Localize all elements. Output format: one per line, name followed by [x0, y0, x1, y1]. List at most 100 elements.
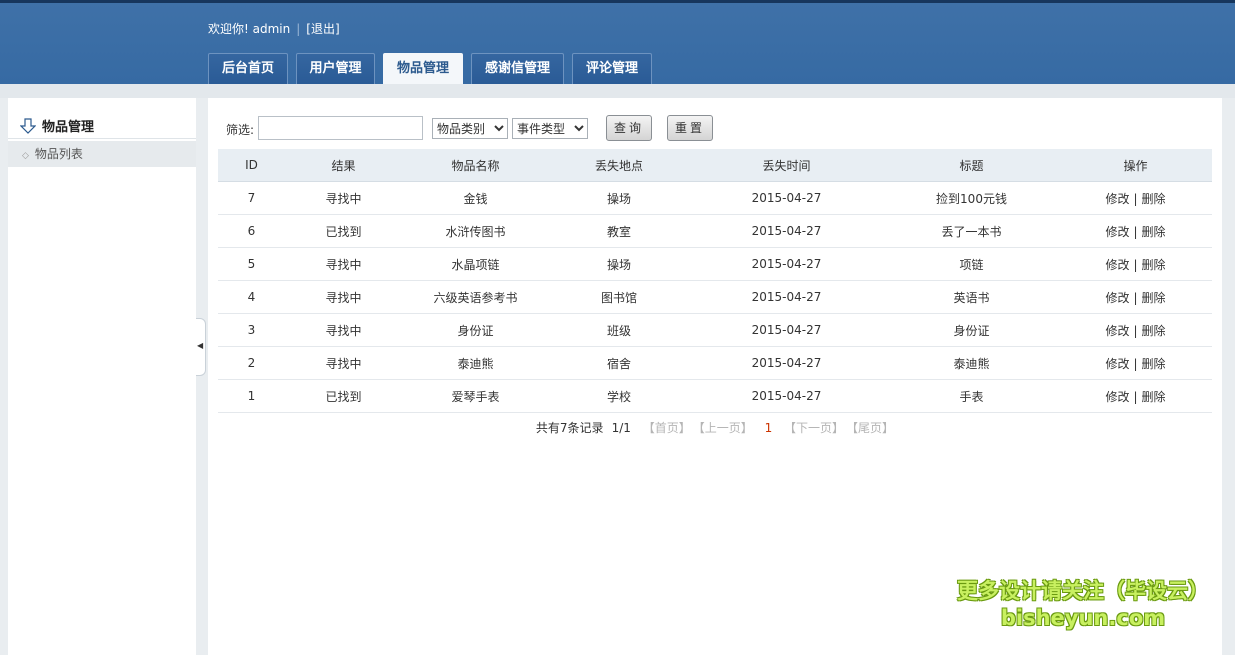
cell-lost-place: 宿舍	[549, 346, 689, 380]
first-page-link[interactable]: 【首页】	[643, 421, 691, 435]
delete-link[interactable]: 删除	[1142, 390, 1166, 404]
col-header-lost-time: 丢失时间	[689, 149, 884, 182]
action-separator: |	[1133, 257, 1138, 272]
sidebar-collapse-handle[interactable]: ◀	[196, 318, 206, 376]
cell-item-name: 爱琴手表	[402, 379, 549, 413]
current-page: 1	[764, 421, 773, 435]
edit-link[interactable]: 修改	[1105, 258, 1129, 272]
category-select[interactable]: 物品类别	[432, 118, 508, 139]
edit-link[interactable]: 修改	[1105, 192, 1129, 206]
cell-id: 1	[218, 379, 285, 413]
cell-result: 已找到	[285, 379, 402, 413]
table-row: 1 已找到 爱琴手表 学校 2015-04-27 手表 修改 | 删除	[218, 379, 1212, 413]
cell-actions: 修改 | 删除	[1059, 379, 1212, 413]
query-button[interactable]: 查询	[606, 115, 652, 141]
cell-title: 英语书	[884, 280, 1059, 314]
cell-lost-time: 2015-04-27	[689, 313, 884, 347]
cell-lost-time: 2015-04-27	[689, 181, 884, 215]
delete-link[interactable]: 删除	[1142, 357, 1166, 371]
triangle-left-icon: ◀	[197, 341, 204, 350]
cell-actions: 修改 | 删除	[1059, 181, 1212, 215]
delete-link[interactable]: 删除	[1142, 291, 1166, 305]
sidebar-item-label: 物品列表	[34, 147, 83, 161]
sidebar: 物品管理 ◇ 物品列表	[8, 98, 196, 655]
edit-link[interactable]: 修改	[1105, 225, 1129, 239]
arrow-down-icon	[20, 118, 36, 134]
cell-lost-time: 2015-04-27	[689, 346, 884, 380]
cell-title: 项链	[884, 247, 1059, 281]
action-separator: |	[1133, 356, 1138, 371]
tab-user-management[interactable]: 用户管理	[296, 53, 375, 84]
last-page-link[interactable]: 【尾页】	[852, 421, 894, 435]
logout-link[interactable]: [退出]	[306, 22, 339, 36]
delete-link[interactable]: 删除	[1142, 258, 1166, 272]
username: admin	[252, 22, 291, 36]
edit-link[interactable]: 修改	[1105, 357, 1129, 371]
delete-link[interactable]: 删除	[1142, 324, 1166, 338]
cell-id: 4	[218, 280, 285, 314]
tab-comment-management[interactable]: 评论管理	[572, 53, 652, 84]
sidebar-item-item-list[interactable]: ◇ 物品列表	[8, 141, 196, 167]
filter-label: 筛选:	[226, 123, 255, 137]
edit-link[interactable]: 修改	[1105, 324, 1129, 338]
prev-page-link[interactable]: 【上一页】	[699, 421, 753, 435]
watermark-line-1: 更多设计请关注（毕设云）	[957, 579, 1209, 603]
cell-item-name: 六级英语参考书	[402, 280, 549, 314]
action-separator: |	[1133, 323, 1138, 338]
cell-lost-place: 操场	[549, 247, 689, 281]
cell-result: 寻找中	[285, 181, 402, 215]
action-separator: |	[1133, 290, 1138, 305]
col-header-result: 结果	[285, 149, 402, 182]
action-separator: |	[1133, 191, 1138, 206]
cell-lost-time: 2015-04-27	[689, 379, 884, 413]
event-type-select[interactable]: 事件类型	[512, 118, 588, 139]
table-row: 4 寻找中 六级英语参考书 图书馆 2015-04-27 英语书 修改 | 删除	[218, 280, 1212, 314]
pagination: 共有7条记录 1/1 【首页】 【上一页】 1 【下一页】 【尾页】	[208, 419, 1222, 436]
delete-link[interactable]: 删除	[1142, 225, 1166, 239]
edit-link[interactable]: 修改	[1105, 291, 1129, 305]
table-header-row: ID 结果 物品名称 丢失地点 丢失时间 标题 操作	[218, 149, 1212, 182]
cell-actions: 修改 | 删除	[1059, 346, 1212, 380]
table-row: 7 寻找中 金钱 操场 2015-04-27 捡到100元钱 修改 | 删除	[218, 181, 1212, 215]
cell-lost-time: 2015-04-27	[689, 280, 884, 314]
cell-lost-place: 图书馆	[549, 280, 689, 314]
items-table: ID 结果 物品名称 丢失地点 丢失时间 标题 操作 7 寻找中 金钱 操场 2…	[218, 149, 1212, 413]
edit-link[interactable]: 修改	[1105, 390, 1129, 404]
sidebar-title: 物品管理	[20, 116, 94, 135]
table-row: 5 寻找中 水晶项链 操场 2015-04-27 项链 修改 | 删除	[218, 247, 1212, 281]
header-divider	[0, 84, 1235, 98]
page-indicator: 1/1	[611, 421, 631, 435]
cell-lost-place: 学校	[549, 379, 689, 413]
separator: |	[296, 22, 301, 36]
cell-id: 3	[218, 313, 285, 347]
cell-id: 6	[218, 214, 285, 248]
delete-link[interactable]: 删除	[1142, 192, 1166, 206]
main-panel: 筛选: 物品类别 事件类型 查询 重置 ID 结果 物品名称 丢失地点 丢失时间…	[208, 98, 1222, 655]
cell-result: 寻找中	[285, 280, 402, 314]
col-header-id: ID	[218, 149, 285, 182]
cell-result: 寻找中	[285, 346, 402, 380]
table-row: 6 已找到 水浒传图书 教室 2015-04-27 丢了一本书 修改 | 删除	[218, 214, 1212, 248]
next-page-link[interactable]: 【下一页】	[784, 421, 844, 435]
col-header-title: 标题	[884, 149, 1059, 182]
col-header-item-name: 物品名称	[402, 149, 549, 182]
tab-home[interactable]: 后台首页	[208, 53, 288, 84]
filter-input[interactable]	[258, 116, 423, 140]
cell-lost-time: 2015-04-27	[689, 247, 884, 281]
tab-item-management[interactable]: 物品管理	[383, 53, 463, 85]
tab-thanks-letter-management[interactable]: 感谢信管理	[471, 53, 564, 84]
header-bar: 欢迎你! admin | [退出] 后台首页 用户管理 物品管理 感谢信管理 评论管…	[0, 3, 1235, 85]
cell-actions: 修改 | 删除	[1059, 247, 1212, 281]
cell-id: 2	[218, 346, 285, 380]
cell-result: 寻找中	[285, 313, 402, 347]
welcome-text: 欢迎你!	[208, 22, 249, 36]
cell-result: 寻找中	[285, 247, 402, 281]
cell-id: 5	[218, 247, 285, 281]
cell-title: 丢了一本书	[884, 214, 1059, 248]
action-separator: |	[1133, 224, 1138, 239]
col-header-lost-place: 丢失地点	[549, 149, 689, 182]
cell-title: 泰迪熊	[884, 346, 1059, 380]
cell-lost-place: 教室	[549, 214, 689, 248]
cell-actions: 修改 | 删除	[1059, 280, 1212, 314]
reset-button[interactable]: 重置	[667, 115, 713, 141]
